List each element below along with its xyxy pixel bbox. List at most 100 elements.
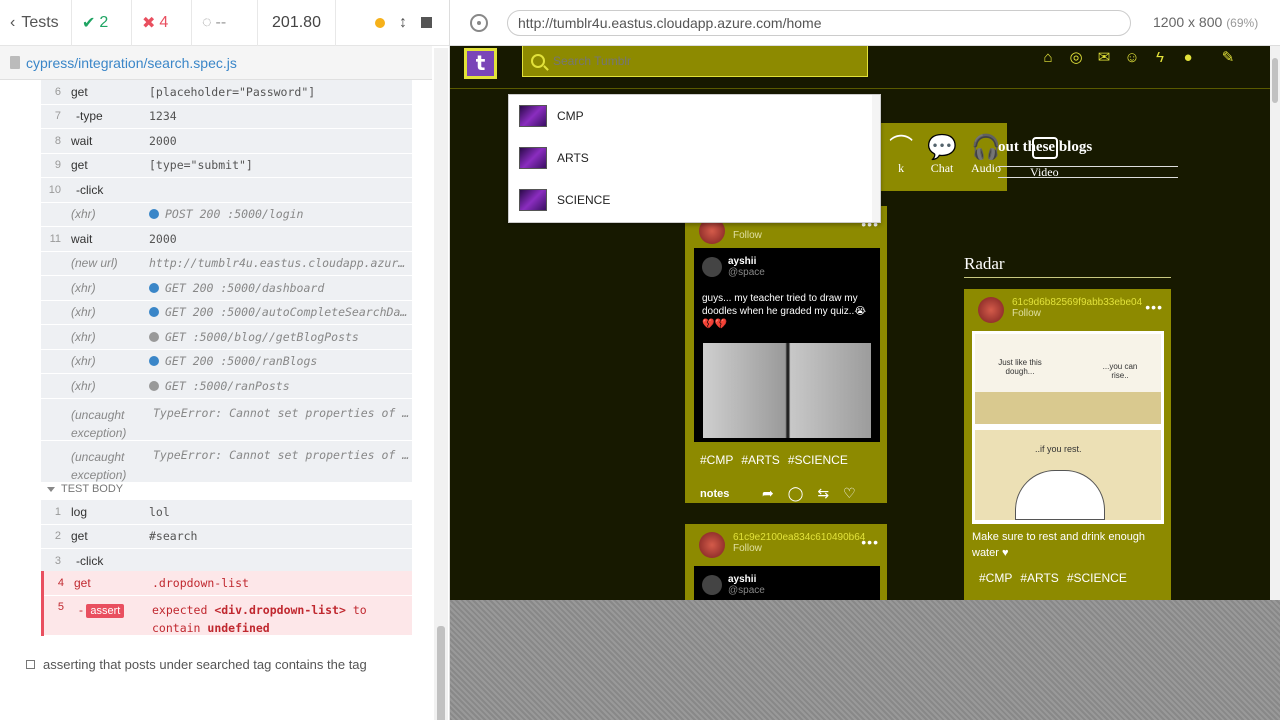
- command-row[interactable]: 7 -type 1234: [41, 104, 412, 129]
- tag-link[interactable]: #SCIENCE: [788, 453, 848, 467]
- file-icon: [10, 56, 20, 69]
- tag-link[interactable]: #ARTS: [741, 453, 779, 467]
- tab-audio[interactable]: 🎧 Audio: [971, 135, 1001, 191]
- xhr-status-icon: [149, 331, 159, 342]
- reblog-icon[interactable]: ⇆: [817, 485, 829, 502]
- check-icon: ✔: [82, 14, 96, 32]
- tests-back-button[interactable]: ‹ Tests: [0, 0, 72, 46]
- running-indicator-icon: [375, 17, 385, 28]
- tumblr-logo[interactable]: t: [464, 48, 497, 79]
- more-options-icon[interactable]: •••: [861, 534, 879, 550]
- comment-icon[interactable]: ◯: [788, 485, 804, 502]
- search-input[interactable]: [553, 54, 853, 68]
- more-options-icon[interactable]: •••: [1145, 299, 1163, 315]
- follow-link[interactable]: Follow: [733, 543, 865, 554]
- tag-link[interactable]: #ARTS: [1020, 571, 1058, 585]
- command-row[interactable]: (xhr) GET :5000/ranPosts: [41, 374, 412, 399]
- post-caption: Make sure to rest and drink enough water…: [972, 531, 1146, 559]
- pending-count[interactable]: ◌ --: [192, 0, 258, 46]
- command-log-scrollbar[interactable]: [434, 48, 448, 720]
- tab-chat[interactable]: 💬 Chat: [927, 135, 957, 191]
- url-bar: http://tumblr4u.eastus.cloudapp.azure.co…: [450, 0, 1280, 46]
- notes-link[interactable]: notes: [700, 488, 729, 500]
- command-row[interactable]: 9 get [type="submit"]: [41, 153, 412, 178]
- post-tags: #CMP #ARTS #SCIENCE: [700, 453, 848, 467]
- post-actions: ➦ ◯ ⇆ ♡: [762, 485, 856, 502]
- tab-icon: 🎧: [971, 135, 1001, 161]
- command-row[interactable]: (xhr) POST 200 :5000/login: [41, 202, 412, 227]
- scroll-toggle-icon[interactable]: ↕: [399, 14, 407, 32]
- x-icon: ✖: [142, 14, 156, 32]
- pencil-icon[interactable]: ✎: [1220, 50, 1236, 66]
- passed-count[interactable]: ✔ 2: [72, 0, 132, 46]
- next-test-row[interactable]: asserting that posts under searched tag …: [26, 657, 367, 672]
- command-row-get[interactable]: 4 get .dropdown-list: [44, 571, 412, 596]
- tag-thumbnail: [519, 105, 547, 127]
- exception-row[interactable]: (uncaught exception) TypeError: Cannot se…: [41, 398, 412, 441]
- follow-link[interactable]: Follow: [733, 230, 762, 241]
- duration: 201.80: [258, 0, 336, 46]
- url-display[interactable]: http://tumblr4u.eastus.cloudapp.azure.co…: [507, 10, 1131, 36]
- lightning-icon[interactable]: ϟ: [1152, 50, 1168, 66]
- follow-link[interactable]: Follow: [1012, 308, 1142, 319]
- search-dropdown-list: CMP ARTS SCIENCE: [508, 94, 881, 223]
- home-icon[interactable]: ⌂: [1040, 50, 1056, 66]
- dropdown-scrollbar[interactable]: [872, 95, 880, 222]
- avatar[interactable]: [699, 532, 725, 558]
- tag-link[interactable]: #CMP: [979, 571, 1012, 585]
- tag-link[interactable]: #SCIENCE: [1067, 571, 1127, 585]
- search-icon: [531, 54, 545, 68]
- post-username[interactable]: 61c9d6b82569f9abb33ebe04: [1012, 297, 1142, 308]
- xhr-status-icon: [149, 307, 159, 318]
- avatar[interactable]: [978, 297, 1004, 323]
- smiley-icon[interactable]: ☺: [1124, 50, 1140, 66]
- command-row[interactable]: 11 wait 2000: [41, 227, 412, 252]
- caret-down-icon: [47, 486, 55, 492]
- command-row[interactable]: 2 get #search: [41, 524, 412, 549]
- command-row[interactable]: (xhr) GET 200 :5000/dashboard: [41, 276, 412, 301]
- tab-video[interactable]: Video: [1030, 137, 1059, 180]
- command-row[interactable]: 10 -click: [41, 178, 412, 203]
- post-username[interactable]: 61c9e2100ea834c610490b64: [733, 532, 865, 543]
- viewport-size: 1200 x 800 (69%): [1153, 14, 1259, 30]
- test-body-header[interactable]: TEST BODY: [41, 478, 412, 500]
- command-row[interactable]: (new url) http://tumblr4u.eastus.cloudapp…: [41, 251, 412, 276]
- test-body-commands: 1 log lol 2 get #search 3 -click: [41, 500, 412, 574]
- account-icon[interactable]: ●: [1180, 50, 1196, 66]
- post-image: ayshii @space guys... my teacher tried to…: [694, 248, 880, 442]
- tag-thumbnail: [519, 147, 547, 169]
- tag-link[interactable]: #CMP: [700, 453, 733, 467]
- command-row[interactable]: 6 get [placeholder="Password"]: [41, 80, 412, 105]
- search-box[interactable]: [522, 46, 868, 77]
- stop-button[interactable]: [421, 17, 432, 28]
- post-tags: #CMP #ARTS #SCIENCE: [979, 571, 1127, 585]
- spec-file-bar: cypress/integration/search.spec.js: [0, 46, 432, 80]
- dropdown-item[interactable]: ARTS: [509, 137, 880, 179]
- heart-icon[interactable]: ♡: [843, 485, 856, 502]
- selector-playground-icon[interactable]: [470, 13, 488, 32]
- command-row[interactable]: 1 log lol: [41, 500, 412, 525]
- failed-count[interactable]: ✖ 4: [132, 0, 192, 46]
- command-row[interactable]: 3 -click: [41, 549, 412, 574]
- exception-row[interactable]: (uncaught exception) TypeError: Cannot se…: [41, 440, 412, 483]
- command-row-assert[interactable]: 5 - assert expected <div.dropdown-list> …: [44, 596, 412, 636]
- tab-icon: ⌒: [889, 135, 914, 161]
- spec-path-link[interactable]: cypress/integration/search.spec.js: [26, 55, 237, 71]
- command-row[interactable]: (xhr) GET :5000/blog//getBlogPosts: [41, 325, 412, 350]
- dropdown-item[interactable]: SCIENCE: [509, 179, 880, 221]
- pending-circle-icon: ◌: [202, 13, 212, 31]
- mail-icon[interactable]: ✉: [1096, 50, 1112, 66]
- post-image: ayshii @space: [694, 566, 880, 600]
- tab-k[interactable]: ⌒ k: [889, 135, 913, 191]
- xhr-status-icon: [149, 380, 159, 391]
- command-row[interactable]: 8 wait 2000: [41, 129, 412, 154]
- share-icon[interactable]: ➦: [762, 485, 774, 502]
- app-scrollbar[interactable]: [1270, 46, 1280, 600]
- command-row[interactable]: (xhr) GET 200 :5000/ranBlogs: [41, 349, 412, 374]
- run-controls: ↕: [336, 0, 449, 46]
- explore-compass-icon[interactable]: ◎: [1068, 50, 1084, 66]
- dropdown-item[interactable]: CMP: [509, 95, 880, 137]
- failed-commands: 4 get .dropdown-list 5 - assert expected…: [41, 571, 412, 636]
- command-row[interactable]: (xhr) GET 200 :5000/autoCompleteSearchDa.…: [41, 300, 412, 325]
- chevron-left-icon: ‹: [10, 13, 16, 31]
